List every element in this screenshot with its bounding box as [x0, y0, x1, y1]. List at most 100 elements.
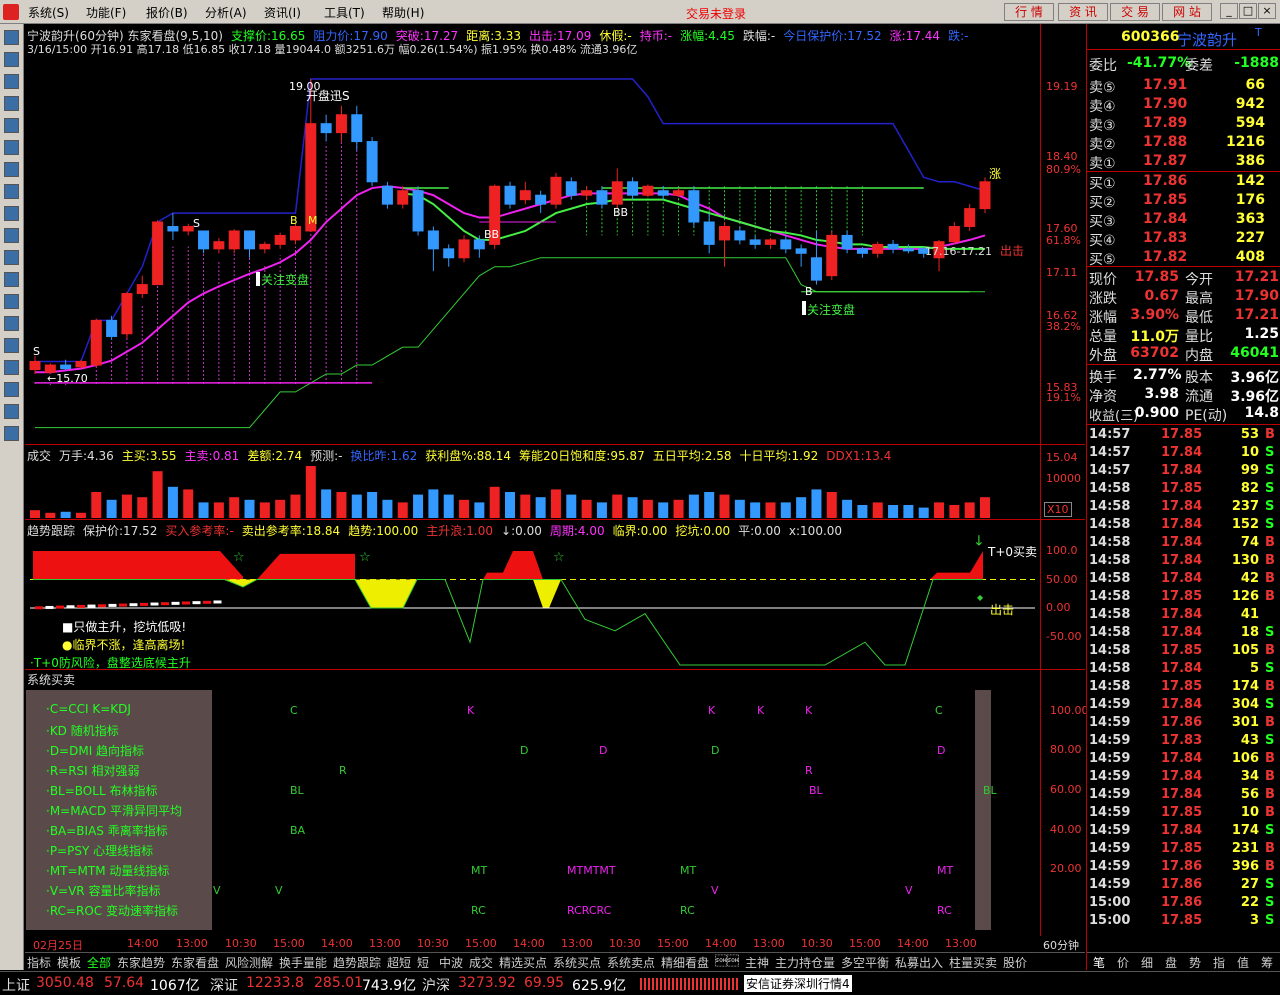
quote-tab[interactable]: 值 [1237, 954, 1249, 971]
tick-volume: 22 [1240, 895, 1259, 910]
header-field: 涨幅:4.45 [680, 29, 735, 43]
indicator-tab[interactable]: 股价 [1003, 954, 1027, 971]
indicator-tab[interactable]: 趋势跟踪 [333, 954, 381, 971]
menu-tools[interactable]: 工具(T) [324, 4, 365, 21]
tick-row: 14:59 17.85 231 B [1087, 841, 1280, 859]
move-icon[interactable] [4, 382, 19, 397]
candlestick [719, 222, 731, 267]
kline-icon[interactable] [4, 96, 19, 111]
menu-info[interactable]: 资讯(I) [264, 4, 301, 21]
indicator-tab[interactable]: 东家看盘 [171, 954, 219, 971]
divider [1087, 171, 1280, 172]
quote-tab[interactable]: 势 [1189, 954, 1201, 971]
win-icon[interactable] [4, 118, 19, 133]
tick-time: 14:57 [1089, 427, 1131, 442]
indicator-tab[interactable]: 模板 [57, 954, 81, 971]
wave-icon[interactable] [4, 272, 19, 287]
market-button[interactable]: 行 情 [1004, 3, 1054, 21]
star-icon: ☆ [359, 550, 371, 565]
indicator-tab[interactable]: 全部 [87, 954, 111, 971]
maximize-icon[interactable]: □ [1239, 3, 1257, 19]
indicator-tab[interactable]: 主力持仓量 [775, 954, 835, 971]
indicator-tab[interactable]: 中波 [439, 954, 463, 971]
index-field: 57.64 [104, 975, 145, 991]
volume-bar [167, 486, 178, 518]
ask-row: 卖⑤ 17.91 66 [1087, 76, 1280, 96]
users-icon[interactable] [4, 184, 19, 199]
index-field: 1067亿 [150, 978, 200, 994]
list-icon[interactable] [4, 52, 19, 67]
cycle-icon[interactable] [4, 316, 19, 331]
volume-bar [642, 499, 653, 518]
indicator-tab[interactable]:  [715, 954, 739, 968]
time-tick: 13:00 [753, 937, 785, 950]
menu-system[interactable]: 系统(S) [28, 4, 69, 21]
indicator-tab[interactable]: 超短 [387, 954, 411, 971]
down-icon[interactable] [4, 426, 19, 441]
up-icon[interactable] [4, 404, 19, 419]
indicator-tab[interactable]: 东家趋势 [117, 954, 165, 971]
quote-tab[interactable]: 指 [1213, 954, 1225, 971]
indicator-tab[interactable]: 系统买点 [553, 954, 601, 971]
close-icon[interactable]: × [1258, 3, 1276, 19]
news-button[interactable]: 资 讯 [1058, 3, 1108, 21]
tick-volume: 18 [1240, 625, 1259, 640]
quote-tab[interactable]: 细 [1141, 954, 1153, 971]
doc-icon[interactable] [4, 140, 19, 155]
trend-red-block [930, 551, 983, 580]
quote-tab[interactable]: 盘 [1165, 954, 1177, 971]
search-icon[interactable] [4, 206, 19, 221]
quote-tab[interactable]: 价 [1117, 954, 1129, 971]
quote-tab[interactable]: 笔 [1093, 954, 1105, 971]
money-icon[interactable] [4, 338, 19, 353]
indicator-tab[interactable]: 短 [417, 954, 429, 971]
indicator-tab[interactable]: 指标 [27, 954, 51, 971]
minimize-icon[interactable]: _ [1220, 3, 1238, 19]
indicator-tab[interactable]: 精细看盘 [661, 954, 709, 971]
tick-row: 14:58 17.85 82 S [1087, 481, 1280, 499]
fav-icon[interactable] [4, 162, 19, 177]
tick-time: 14:59 [1089, 877, 1131, 892]
menu-function[interactable]: 功能(F) [86, 4, 126, 21]
volume-bar [305, 466, 316, 518]
menu-quote[interactable]: 报价(B) [146, 4, 188, 21]
tick-price: 17.84 [1161, 463, 1203, 478]
indicator-tab[interactable]: 换手量能 [279, 954, 327, 971]
time-tick: 15:00 [465, 937, 497, 950]
indicator-tab[interactable]: 柱量买卖 [949, 954, 997, 971]
tick-price: 17.85 [1161, 643, 1203, 658]
tick-time: 14:58 [1089, 499, 1131, 514]
bid-row: 买③ 17.84 363 [1087, 210, 1280, 230]
website-button[interactable]: 网 站 [1162, 3, 1212, 21]
candlestick [182, 223, 194, 236]
indicator-tab[interactable]: 系统卖点 [607, 954, 655, 971]
quote-tab[interactable]: 筹 [1261, 954, 1273, 971]
tool-icon[interactable] [4, 360, 19, 375]
trend-mini-bar [77, 604, 85, 608]
zhang-label: 涨 [989, 166, 1001, 181]
open-label: 开盘迅S [306, 88, 350, 103]
indicator-tab[interactable]: 精选买点 [499, 954, 547, 971]
ask-price: 17.91 [1143, 77, 1188, 93]
tick-price: 17.84 [1161, 607, 1203, 622]
indicator-tab[interactable]: 私募出入 [895, 954, 943, 971]
menu-help[interactable]: 帮助(H) [382, 4, 424, 21]
tick-row: 14:59 17.86 27 S [1087, 877, 1280, 895]
candlestick [642, 184, 654, 197]
etf-icon[interactable] [4, 250, 19, 265]
header-field: 主买:3.55 [121, 449, 177, 463]
trade-button[interactable]: 交 易 [1110, 3, 1160, 21]
indicator-tab[interactable]: 风险测解 [225, 954, 273, 971]
line-icon[interactable] [4, 74, 19, 89]
header-field: 主卖:0.81 [184, 449, 240, 463]
calc-icon[interactable] [4, 228, 19, 243]
menu-analysis[interactable]: 分析(A) [205, 4, 247, 21]
indicator-tab[interactable]: 多空平衡 [841, 954, 889, 971]
indicator-tab[interactable]: 主神 [745, 954, 769, 971]
trend-mini-bar [45, 605, 54, 609]
rsi-icon[interactable] [4, 294, 19, 309]
tick-volume: 396 [1231, 859, 1259, 874]
tick-time: 14:57 [1089, 463, 1131, 478]
indicator-tab[interactable]: 成交 [469, 954, 493, 971]
grid-icon[interactable] [4, 30, 19, 45]
